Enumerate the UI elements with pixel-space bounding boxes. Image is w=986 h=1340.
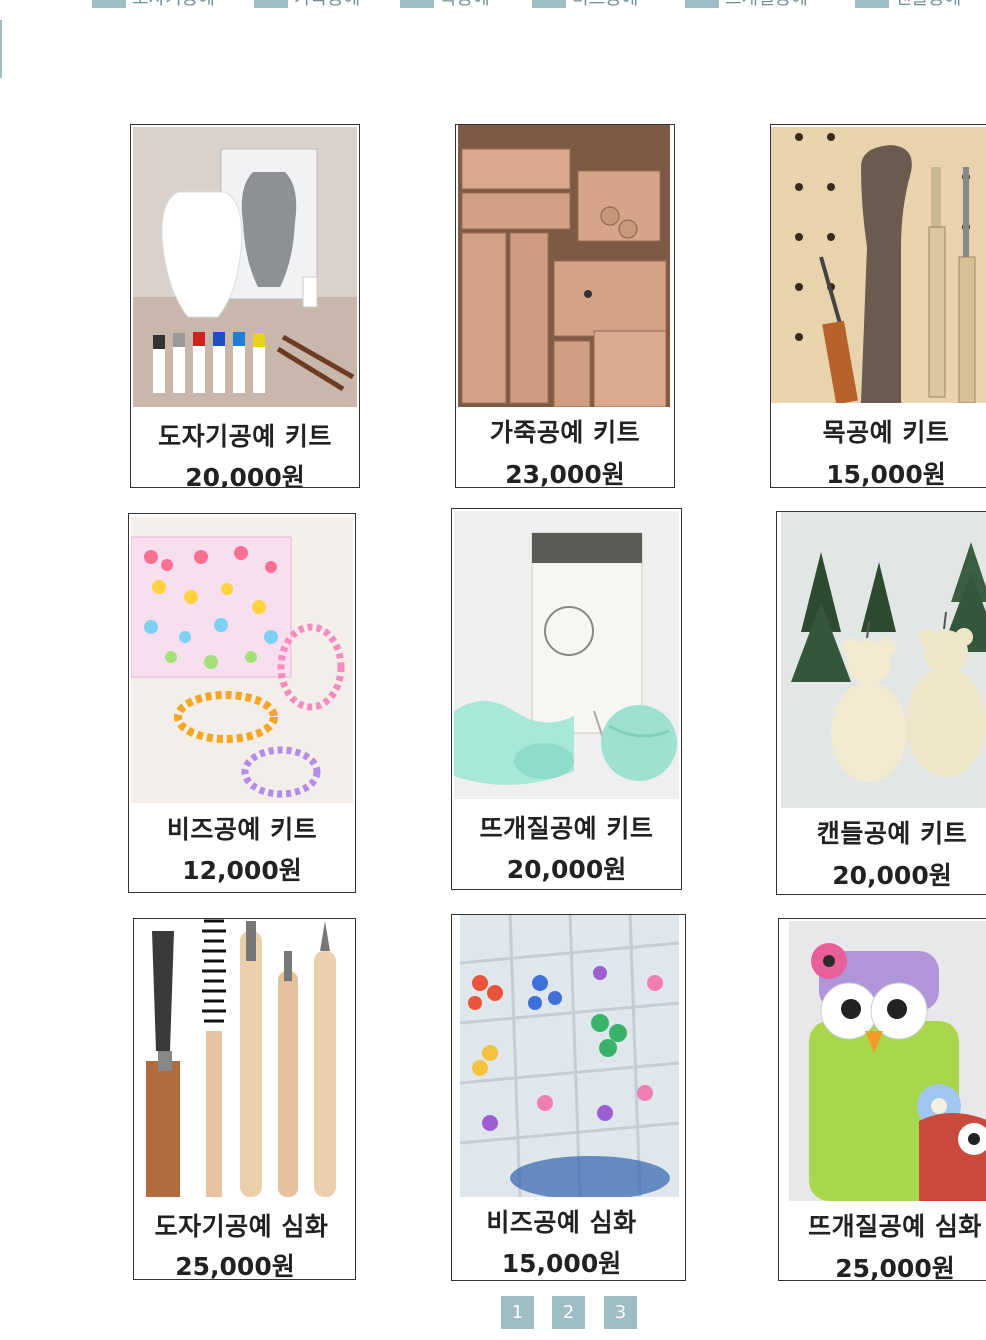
- category-label: 도자기공예: [132, 0, 215, 8]
- product-price: 23,000원: [505, 460, 625, 488]
- leather-kit-image[interactable]: [458, 125, 670, 407]
- knitting-kit-image[interactable]: [454, 511, 679, 799]
- category-label: 캔들공예: [895, 0, 961, 8]
- pagination: 1 2 3: [0, 1296, 986, 1329]
- product-name[interactable]: 뜨개질공예 키트: [452, 809, 681, 845]
- beads-kit-image[interactable]: [131, 517, 353, 803]
- category-icon: [92, 0, 126, 8]
- ceramic-kit-image[interactable]: [133, 127, 357, 407]
- candle-kit-image[interactable]: [781, 512, 986, 808]
- product-card[interactable]: 뜨개질공예 키트 20,000원: [451, 508, 682, 890]
- product-name[interactable]: 가죽공예 키트: [456, 413, 674, 449]
- product-price: 15,000원: [826, 460, 946, 488]
- product-card[interactable]: 도자기공예 심화 25,000원: [133, 918, 356, 1280]
- category-icon: [254, 0, 288, 8]
- page-2-button[interactable]: 2: [552, 1296, 585, 1329]
- page-3-button[interactable]: 3: [604, 1296, 637, 1329]
- product-price: 20,000원: [506, 855, 627, 884]
- product-name[interactable]: 목공예 키트: [771, 413, 986, 449]
- category-icon: [532, 0, 566, 8]
- product-card[interactable]: 가죽공예 키트 23,000원: [455, 124, 675, 488]
- product-name[interactable]: 캔들공예 키트: [777, 814, 986, 850]
- product-card[interactable]: 캔들공예 키트 20,000원: [776, 511, 986, 895]
- knitted-owl-image[interactable]: [789, 921, 986, 1201]
- product-price: 25,000원: [835, 1254, 955, 1281]
- product-price: 20,000원: [832, 861, 952, 890]
- wood-kit-image[interactable]: [771, 127, 986, 403]
- category-nav: 도자기공예 가죽공예 목공예 비즈공예 뜨개질공예 캔들공예: [0, 0, 986, 12]
- product-price: 15,000원: [501, 1249, 622, 1278]
- product-name[interactable]: 도자기공예 심화: [134, 1207, 353, 1243]
- product-card[interactable]: 뜨개질공예 심화 25,000원: [778, 918, 986, 1281]
- category-icon: [400, 0, 434, 8]
- product-card[interactable]: 도자기공예 키트 20,000원: [130, 124, 360, 488]
- product-name[interactable]: 뜨개질공예 심화: [779, 1207, 986, 1243]
- product-price: 25,000원: [175, 1252, 295, 1280]
- product-card[interactable]: 비즈공예 심화 15,000원: [451, 914, 686, 1281]
- product-price: 12,000원: [182, 856, 302, 885]
- category-label: 목공예: [440, 0, 490, 8]
- category-icon: [685, 0, 719, 8]
- product-price: 20,000원: [185, 463, 305, 488]
- category-label: 비즈공예: [572, 0, 638, 8]
- product-card[interactable]: 목공예 키트 15,000원: [770, 124, 986, 488]
- product-name[interactable]: 도자기공예 키트: [131, 417, 359, 453]
- section-marker: [0, 20, 2, 78]
- beads-box-image[interactable]: [460, 915, 679, 1197]
- page-1-button[interactable]: 1: [501, 1296, 534, 1329]
- category-icon: [855, 0, 889, 8]
- product-card[interactable]: 비즈공예 키트 12,000원: [128, 513, 356, 893]
- product-name[interactable]: 비즈공예 심화: [452, 1203, 675, 1239]
- category-label: 뜨개질공예: [725, 0, 808, 8]
- ceramic-tools-image[interactable]: [144, 919, 344, 1197]
- product-name[interactable]: 비즈공예 키트: [129, 810, 355, 846]
- category-label: 가죽공예: [294, 0, 360, 8]
